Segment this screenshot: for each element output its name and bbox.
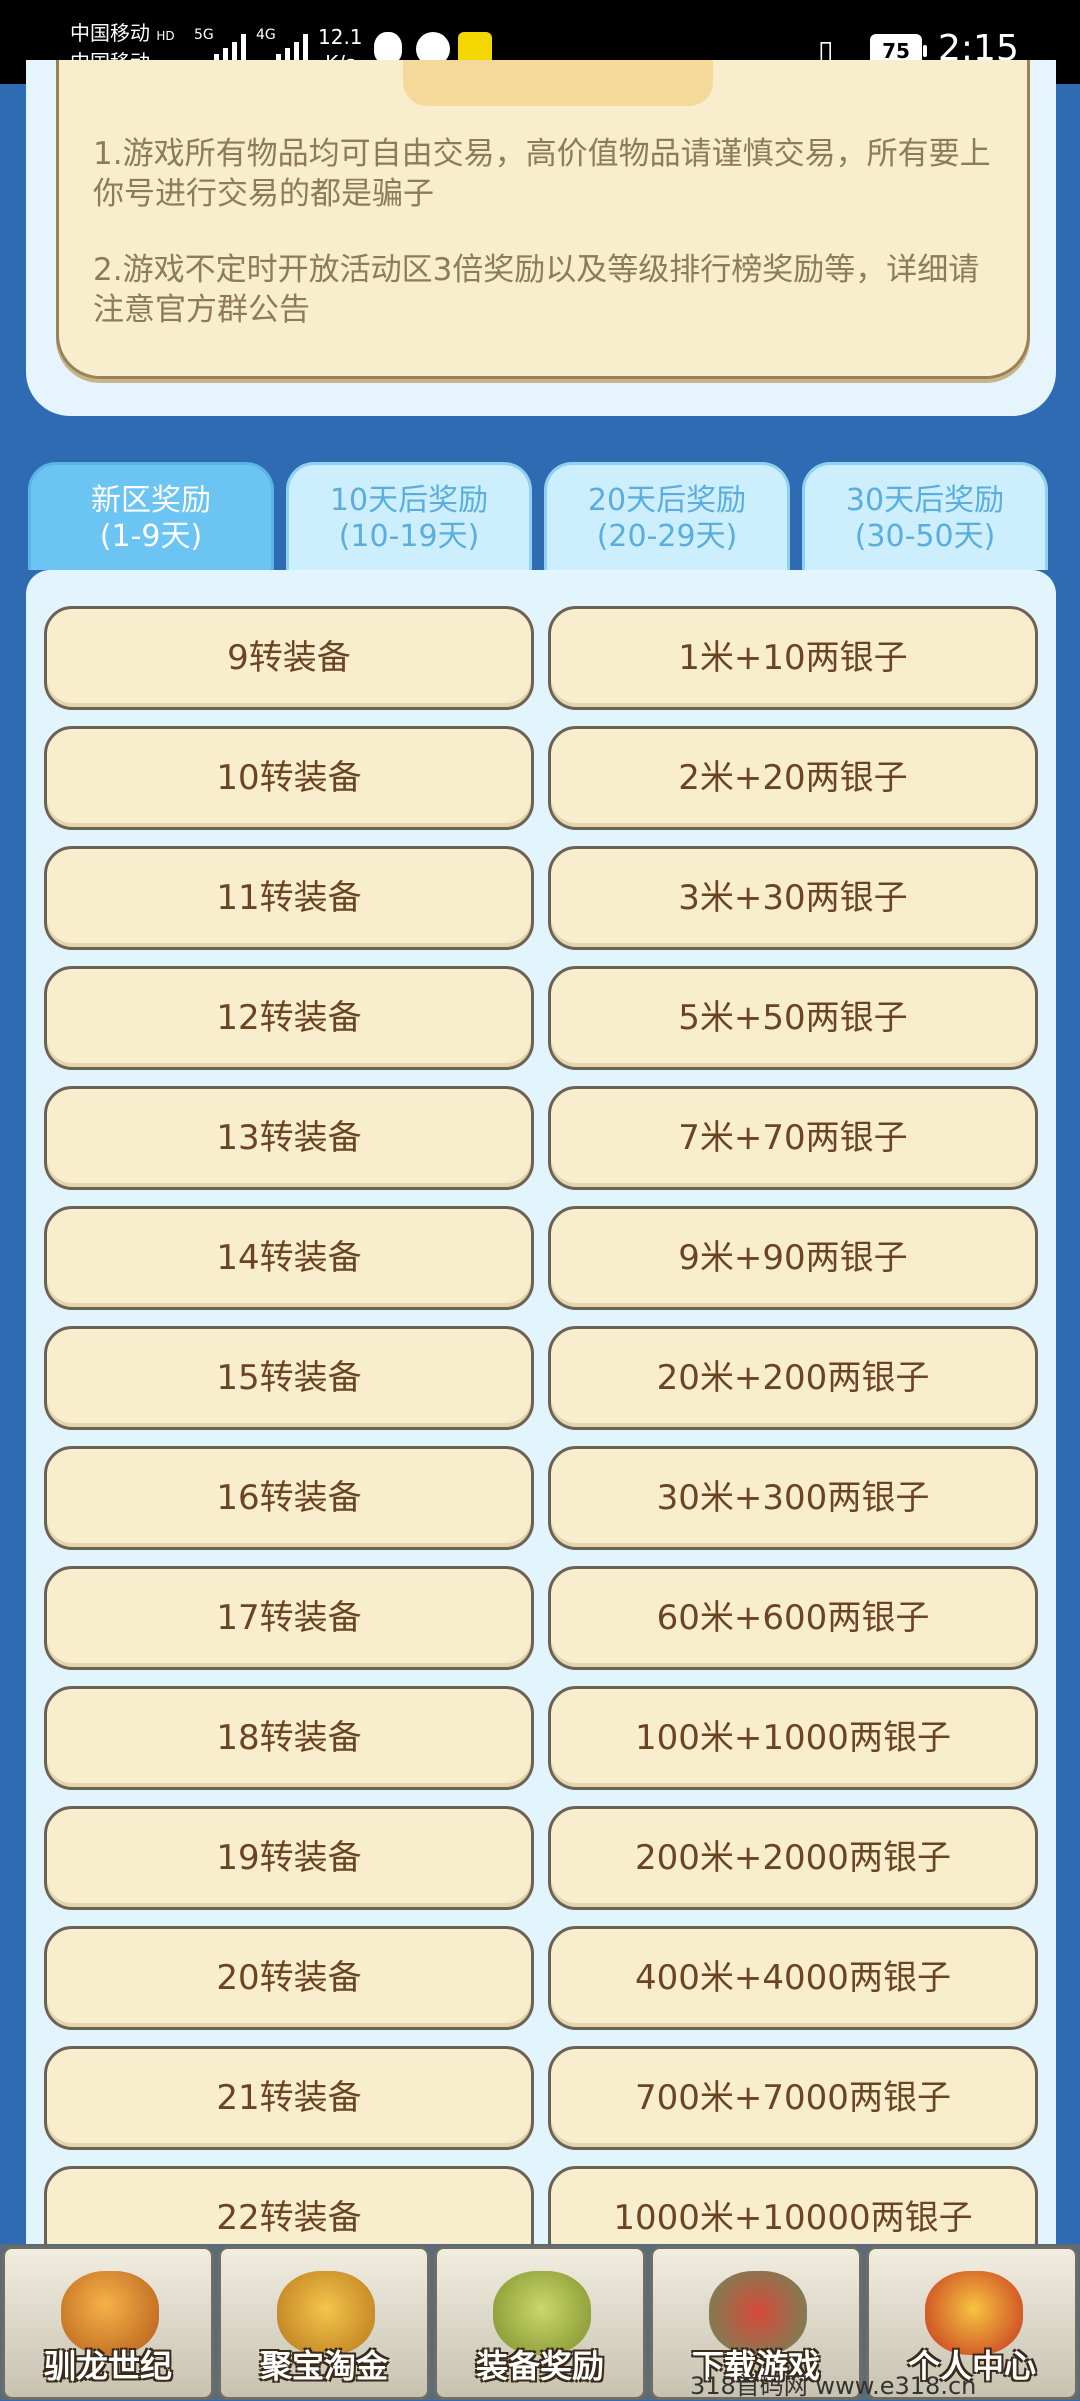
nav-equipment-reward[interactable]: 装备奖励 bbox=[434, 2246, 646, 2400]
network-5g: 5G bbox=[194, 27, 214, 43]
reward-value: 200米+2000两银子 bbox=[548, 1806, 1038, 1910]
tab-label: 20天后奖励 bbox=[587, 483, 747, 518]
hd-badge: HD bbox=[156, 29, 175, 43]
reward-value: 60米+600两银子 bbox=[548, 1566, 1038, 1670]
reward-requirement: 9转装备 bbox=[44, 606, 534, 710]
tab-label: 30天后奖励 bbox=[845, 483, 1005, 518]
tab-20-day-reward[interactable]: 20天后奖励 (20-29天) bbox=[544, 462, 790, 570]
network-4g: 4G bbox=[256, 27, 276, 43]
reward-value: 5米+50两银子 bbox=[548, 966, 1038, 1070]
nav-label: 装备奖励 bbox=[475, 2347, 604, 2385]
signal-icon bbox=[276, 34, 308, 62]
nav-label: 聚宝淘金 bbox=[259, 2347, 388, 2385]
reward-value: 9米+90两银子 bbox=[548, 1206, 1038, 1310]
reward-requirement: 16转装备 bbox=[44, 1446, 534, 1550]
reward-value: 400米+4000两银子 bbox=[548, 1926, 1038, 2030]
reward-requirement: 11转装备 bbox=[44, 846, 534, 950]
notice-panel: 1.游戏所有物品均可自由交易，高价值物品请谨慎交易，所有要上你号进行交易的都是骗… bbox=[26, 60, 1056, 416]
reward-value: 1米+10两银子 bbox=[548, 606, 1038, 710]
notice-card: 1.游戏所有物品均可自由交易，高价值物品请谨慎交易，所有要上你号进行交易的都是骗… bbox=[56, 60, 1030, 379]
tab-new-server-reward[interactable]: 新区奖励 (1-9天) bbox=[28, 462, 274, 570]
carrier-1: 中国移动 bbox=[70, 21, 150, 45]
reward-requirement: 13转装备 bbox=[44, 1086, 534, 1190]
reward-list: 9转装备 1米+10两银子 10转装备 2米+20两银子 11转装备 3米+30… bbox=[26, 570, 1056, 2400]
nav-label: 驯龙世纪 bbox=[43, 2347, 172, 2385]
notice-line-2: 2.游戏不定时开放活动区3倍奖励以及等级排行榜奖励等，详细请注意官方群公告 bbox=[93, 252, 980, 328]
reward-requirement: 14转装备 bbox=[44, 1206, 534, 1310]
nav-treasure-gold[interactable]: 聚宝淘金 bbox=[218, 2246, 430, 2400]
reward-value: 30米+300两银子 bbox=[548, 1446, 1038, 1550]
reward-requirement: 19转装备 bbox=[44, 1806, 534, 1910]
reward-value: 7米+70两银子 bbox=[548, 1086, 1038, 1190]
reward-value: 2米+20两银子 bbox=[548, 726, 1038, 830]
tab-label: 新区奖励 bbox=[91, 483, 211, 518]
notice-header-tab bbox=[403, 60, 713, 106]
reward-requirement: 15转装备 bbox=[44, 1326, 534, 1430]
watermark: 318首码网 www.e318.cn bbox=[690, 2372, 977, 2400]
tab-range: (30-50天) bbox=[854, 519, 996, 554]
reward-requirement: 21转装备 bbox=[44, 2046, 534, 2150]
reward-value: 20米+200两银子 bbox=[548, 1326, 1038, 1430]
tab-range: (20-29天) bbox=[596, 519, 738, 554]
tab-10-day-reward[interactable]: 10天后奖励 (10-19天) bbox=[286, 462, 532, 570]
reward-value: 700米+7000两银子 bbox=[548, 2046, 1038, 2150]
nav-dragon-century[interactable]: 驯龙世纪 bbox=[2, 2246, 214, 2400]
tab-range: (1-9天) bbox=[99, 519, 203, 554]
signal-icon bbox=[214, 34, 246, 62]
reward-value: 3米+30两银子 bbox=[548, 846, 1038, 950]
tab-label: 10天后奖励 bbox=[329, 483, 489, 518]
reward-requirement: 17转装备 bbox=[44, 1566, 534, 1670]
tab-range: (10-19天) bbox=[338, 519, 480, 554]
reward-requirement: 18转装备 bbox=[44, 1686, 534, 1790]
reward-requirement: 20转装备 bbox=[44, 1926, 534, 2030]
reward-requirement: 12转装备 bbox=[44, 966, 534, 1070]
reward-requirement: 10转装备 bbox=[44, 726, 534, 830]
reward-value: 100米+1000两银子 bbox=[548, 1686, 1038, 1790]
tab-30-day-reward[interactable]: 30天后奖励 (30-50天) bbox=[802, 462, 1048, 570]
notice-line-1: 1.游戏所有物品均可自由交易，高价值物品请谨慎交易，所有要上你号进行交易的都是骗… bbox=[93, 136, 991, 212]
